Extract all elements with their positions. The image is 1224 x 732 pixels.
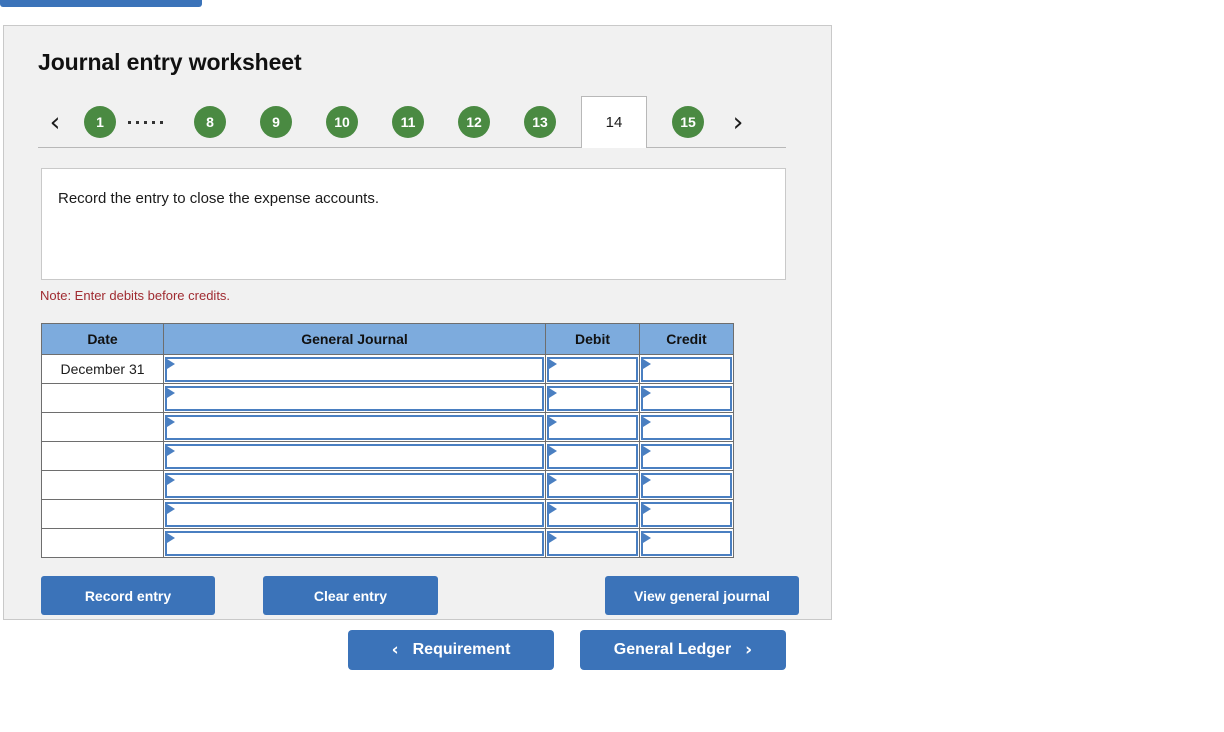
cell-credit bbox=[640, 529, 734, 558]
column-header-debit: Debit bbox=[546, 324, 640, 355]
cell-credit bbox=[640, 500, 734, 529]
page-tab-13[interactable]: 13 bbox=[524, 106, 556, 138]
cell-date bbox=[42, 442, 164, 471]
cell-general-journal bbox=[164, 413, 546, 442]
credit-input[interactable] bbox=[641, 386, 732, 411]
cell-general-journal bbox=[164, 500, 546, 529]
instruction-text: Record the entry to close the expense ac… bbox=[58, 190, 379, 207]
debit-input[interactable] bbox=[547, 473, 638, 498]
cell-debit bbox=[546, 471, 640, 500]
page-title: Journal entry worksheet bbox=[38, 49, 302, 76]
debits-before-credits-note: Note: Enter debits before credits. bbox=[40, 288, 230, 303]
general-journal-account-select[interactable] bbox=[165, 357, 544, 382]
cell-date: December 31 bbox=[42, 355, 164, 384]
page-tab-12[interactable]: 12 bbox=[458, 106, 490, 138]
table-header-row: Date General Journal Debit Credit bbox=[42, 324, 734, 355]
cell-debit bbox=[546, 355, 640, 384]
view-general-journal-button[interactable]: View general journal bbox=[605, 576, 799, 615]
journal-entry-table: Date General Journal Debit Credit Decemb… bbox=[41, 323, 734, 558]
credit-input[interactable] bbox=[641, 473, 732, 498]
next-page-icon[interactable]: › bbox=[721, 100, 755, 144]
clear-entry-button[interactable]: Clear entry bbox=[263, 576, 438, 615]
table-row bbox=[42, 500, 734, 529]
column-header-credit: Credit bbox=[640, 324, 734, 355]
cell-debit bbox=[546, 413, 640, 442]
credit-input[interactable] bbox=[641, 444, 732, 469]
column-header-general-journal: General Journal bbox=[164, 324, 546, 355]
chevron-right-icon: › bbox=[745, 642, 752, 659]
page-tab-8[interactable]: 8 bbox=[194, 106, 226, 138]
credit-input[interactable] bbox=[641, 415, 732, 440]
general-journal-account-select[interactable] bbox=[165, 386, 544, 411]
debit-input[interactable] bbox=[547, 357, 638, 382]
cell-date bbox=[42, 500, 164, 529]
general-journal-account-select[interactable] bbox=[165, 473, 544, 498]
cell-date bbox=[42, 529, 164, 558]
chevron-left-icon: ‹ bbox=[392, 642, 399, 659]
cell-general-journal bbox=[164, 384, 546, 413]
requirement-nav-label: Requirement bbox=[413, 641, 511, 659]
cell-general-journal bbox=[164, 529, 546, 558]
page-tab-9[interactable]: 9 bbox=[260, 106, 292, 138]
table-row: December 31 bbox=[42, 355, 734, 384]
debit-input[interactable] bbox=[547, 444, 638, 469]
general-journal-account-select[interactable] bbox=[165, 502, 544, 527]
cell-debit bbox=[546, 384, 640, 413]
page-tab-10[interactable]: 10 bbox=[326, 106, 358, 138]
cell-debit bbox=[546, 442, 640, 471]
debit-input[interactable] bbox=[547, 502, 638, 527]
page-tab-11[interactable]: 11 bbox=[392, 106, 424, 138]
page-tab-14-active[interactable]: 14 bbox=[581, 96, 647, 148]
pagination-tabstrip: ‹ 1 8 9 10 11 12 13 14 15 › bbox=[38, 96, 800, 148]
cell-general-journal bbox=[164, 442, 546, 471]
general-journal-account-select[interactable] bbox=[165, 531, 544, 556]
page-root: Journal entry worksheet ‹ 1 8 9 10 11 12… bbox=[0, 0, 1224, 732]
page-tab-15[interactable]: 15 bbox=[672, 106, 704, 138]
cell-credit bbox=[640, 471, 734, 500]
credit-input[interactable] bbox=[641, 531, 732, 556]
table-row bbox=[42, 471, 734, 500]
table-row bbox=[42, 442, 734, 471]
cell-date bbox=[42, 384, 164, 413]
general-journal-account-select[interactable] bbox=[165, 444, 544, 469]
table-row bbox=[42, 413, 734, 442]
general-ledger-nav-button[interactable]: General Ledger › bbox=[580, 630, 786, 670]
cell-date bbox=[42, 471, 164, 500]
top-blue-tab-stub[interactable] bbox=[0, 0, 202, 7]
cell-debit bbox=[546, 529, 640, 558]
cell-credit bbox=[640, 384, 734, 413]
debit-input[interactable] bbox=[547, 386, 638, 411]
requirement-nav-button[interactable]: ‹ Requirement bbox=[348, 630, 554, 670]
cell-credit bbox=[640, 442, 734, 471]
page-tab-1[interactable]: 1 bbox=[84, 106, 116, 138]
general-ledger-nav-label: General Ledger bbox=[614, 641, 731, 659]
table-row bbox=[42, 529, 734, 558]
credit-input[interactable] bbox=[641, 357, 732, 382]
record-entry-button[interactable]: Record entry bbox=[41, 576, 215, 615]
debit-input[interactable] bbox=[547, 531, 638, 556]
cell-date bbox=[42, 413, 164, 442]
prev-page-icon[interactable]: ‹ bbox=[38, 100, 72, 144]
table-row bbox=[42, 384, 734, 413]
instruction-panel: Record the entry to close the expense ac… bbox=[41, 168, 786, 280]
cell-general-journal bbox=[164, 471, 546, 500]
cell-debit bbox=[546, 500, 640, 529]
column-header-date: Date bbox=[42, 324, 164, 355]
pagination-ellipsis bbox=[128, 121, 163, 124]
cell-general-journal bbox=[164, 355, 546, 384]
general-journal-account-select[interactable] bbox=[165, 415, 544, 440]
credit-input[interactable] bbox=[641, 502, 732, 527]
cell-credit bbox=[640, 355, 734, 384]
cell-credit bbox=[640, 413, 734, 442]
worksheet-panel: Journal entry worksheet ‹ 1 8 9 10 11 12… bbox=[3, 25, 832, 620]
debit-input[interactable] bbox=[547, 415, 638, 440]
